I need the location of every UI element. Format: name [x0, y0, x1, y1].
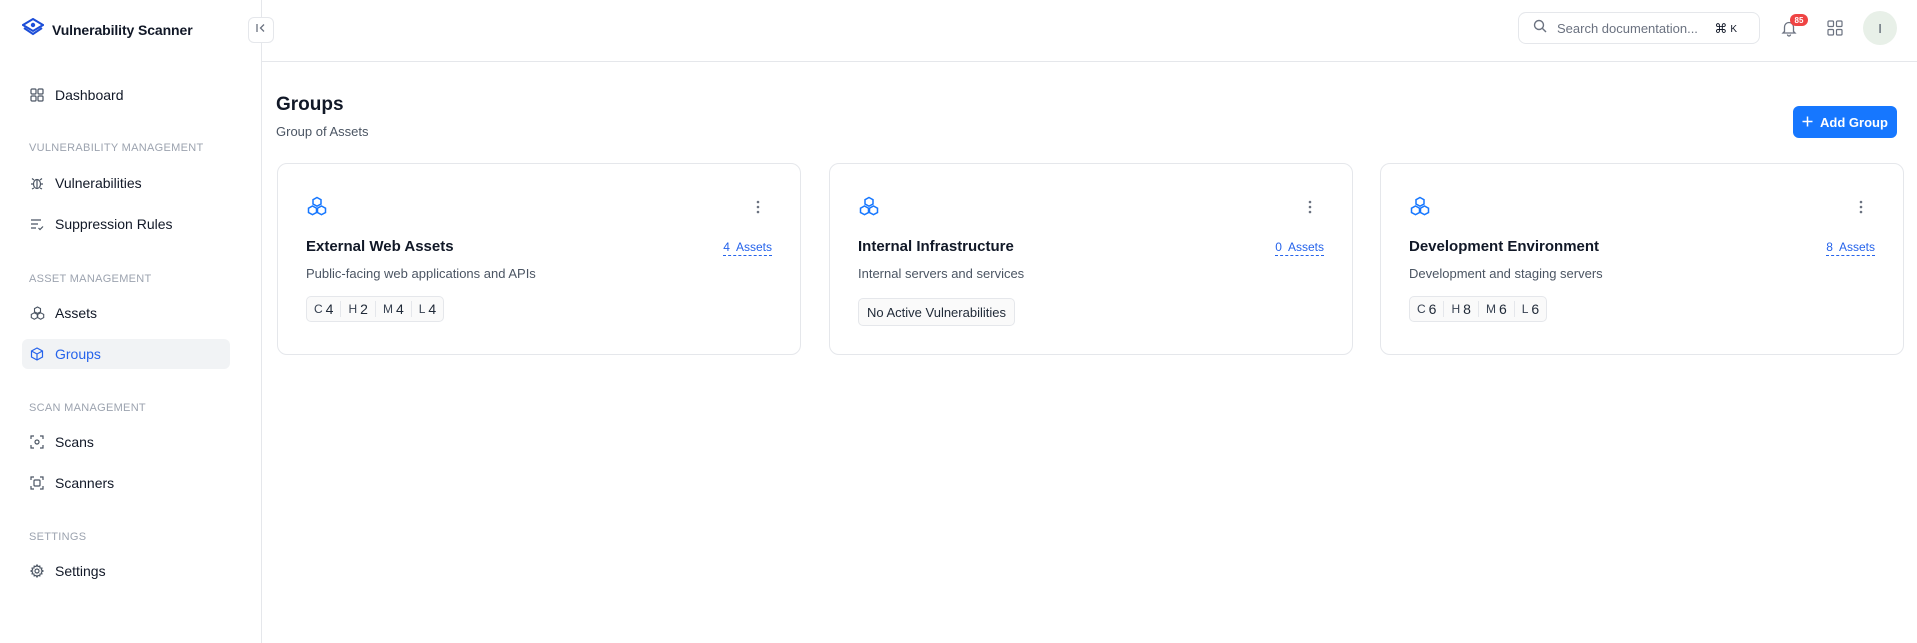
- list-check-icon: [29, 216, 45, 232]
- more-options-icon[interactable]: [1308, 200, 1312, 214]
- dashboard-icon: [29, 87, 45, 103]
- sidebar-item-label: Groups: [55, 346, 101, 362]
- asset-count: 8: [1826, 240, 1833, 254]
- logo-icon: [21, 17, 45, 41]
- severity-high: H2: [340, 301, 374, 317]
- severity-counts: C4 H2 M4 L4: [306, 296, 445, 322]
- group-card[interactable]: Development Environment 8 Assets Develop…: [1380, 163, 1904, 355]
- sidebar-item-label: Scanners: [55, 475, 115, 491]
- page-title: Groups: [276, 94, 344, 115]
- plus-icon: [1802, 115, 1813, 130]
- more-options-icon[interactable]: [1859, 200, 1863, 214]
- section-label-vulnerability-management: VULNERABILITY MANAGEMENT: [29, 142, 204, 154]
- sidebar-item-label: Suppression Rules: [55, 216, 173, 232]
- sidebar-item-label: Assets: [55, 305, 98, 321]
- severity-high: H8: [1443, 301, 1477, 317]
- gear-icon: [29, 563, 45, 579]
- sidebar-item-scanners[interactable]: Scanners: [22, 468, 230, 498]
- sidebar-item-dashboard[interactable]: Dashboard: [22, 80, 230, 110]
- severity-low: L6: [1513, 301, 1546, 317]
- asset-label: Assets: [1287, 240, 1324, 254]
- sidebar-item-settings[interactable]: Settings: [22, 556, 230, 586]
- sidebar-item-label: Vulnerabilities: [55, 175, 142, 191]
- apps-grid-icon[interactable]: [1827, 20, 1843, 41]
- asset-count-link[interactable]: 8 Assets: [1826, 240, 1875, 256]
- section-label-scan-management: SCAN MANAGEMENT: [29, 402, 146, 414]
- section-label-asset-management: ASSET MANAGEMENT: [29, 273, 152, 285]
- collapse-icon: [255, 21, 267, 39]
- cube-icon: [29, 346, 45, 362]
- sidebar-item-assets[interactable]: Assets: [22, 298, 230, 328]
- sidebar-item-groups[interactable]: Groups: [22, 339, 230, 369]
- boxes-icon: [858, 196, 880, 223]
- severity-critical: C4: [314, 301, 334, 317]
- avatar[interactable]: I: [1863, 11, 1897, 45]
- sidebar-item-vulnerabilities[interactable]: Vulnerabilities: [22, 168, 230, 198]
- severity-medium: M6: [1477, 301, 1514, 317]
- command-icon: ⌘: [1714, 21, 1728, 36]
- group-name: Development Environment: [1409, 238, 1600, 255]
- more-options-icon[interactable]: [756, 200, 760, 214]
- asset-count-link[interactable]: 4 Assets: [723, 240, 772, 256]
- shortcut-key: K: [1730, 23, 1737, 35]
- asset-count: 0: [1275, 240, 1282, 254]
- group-card[interactable]: Internal Infrastructure 0 Assets Interna…: [829, 163, 1353, 355]
- group-name: Internal Infrastructure: [858, 238, 1014, 255]
- no-vulnerabilities-badge: No Active Vulnerabilities: [858, 298, 1015, 326]
- asset-label: Assets: [1838, 240, 1875, 254]
- group-description: Development and staging servers: [1409, 266, 1603, 281]
- notification-badge: 85: [1790, 14, 1808, 26]
- scan-icon: [29, 434, 45, 450]
- brand[interactable]: Vulnerability Scanner: [21, 17, 193, 41]
- group-description: Internal servers and services: [858, 266, 1025, 281]
- asset-count: 4: [723, 240, 730, 254]
- sidebar-item-label: Settings: [55, 563, 106, 579]
- group-name: External Web Assets: [306, 238, 454, 255]
- sidebar: Vulnerability Scanner Dashboard VULNERAB…: [0, 0, 262, 643]
- severity-medium: M4: [374, 301, 411, 317]
- boxes-icon: [29, 305, 45, 321]
- search-placeholder: Search documentation...: [1557, 20, 1698, 36]
- asset-count-link[interactable]: 0 Assets: [1275, 240, 1324, 256]
- asset-label: Assets: [735, 240, 772, 254]
- search-input[interactable]: Search documentation... ⌘ K: [1518, 12, 1760, 44]
- brand-name: Vulnerability Scanner: [52, 21, 193, 38]
- page-subtitle: Group of Assets: [276, 124, 369, 139]
- search-icon: [1533, 19, 1547, 38]
- bug-icon: [29, 175, 45, 191]
- section-label-settings: SETTINGS: [29, 531, 87, 543]
- severity-counts: C6 H8 M6 L6: [1409, 296, 1548, 322]
- severity-low: L4: [410, 301, 443, 317]
- topbar: Search documentation... ⌘ K 85 I: [262, 0, 1917, 62]
- app-root: Vulnerability Scanner Dashboard VULNERAB…: [0, 0, 1917, 643]
- sidebar-item-scans[interactable]: Scans: [22, 427, 230, 457]
- add-group-label: Add Group: [1820, 114, 1888, 130]
- sidebar-item-label: Scans: [55, 434, 94, 450]
- search-shortcut: ⌘ K: [1714, 21, 1737, 37]
- sidebar-item-suppression-rules[interactable]: Suppression Rules: [22, 209, 230, 239]
- group-card[interactable]: External Web Assets 4 Assets Public-faci…: [277, 163, 801, 355]
- boxes-icon: [306, 196, 328, 223]
- boxes-icon: [1409, 196, 1431, 223]
- sidebar-item-label: Dashboard: [55, 87, 124, 103]
- sidebar-collapse-button[interactable]: [248, 17, 274, 43]
- add-group-button[interactable]: Add Group: [1793, 106, 1897, 138]
- scanner-icon: [29, 475, 45, 491]
- group-description: Public-facing web applications and APIs: [306, 266, 536, 281]
- severity-critical: C6: [1417, 301, 1437, 317]
